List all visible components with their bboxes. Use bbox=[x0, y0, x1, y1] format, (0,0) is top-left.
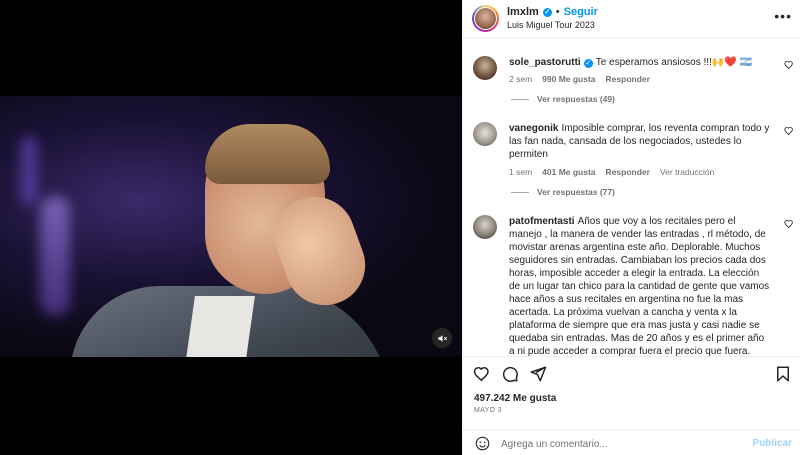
comment-input[interactable] bbox=[501, 435, 741, 453]
bookmark-icon[interactable] bbox=[774, 365, 792, 383]
post-footer: 497.242 Me gusta MAYO 3 Publicar bbox=[463, 356, 800, 455]
comment-time[interactable]: 2 sem bbox=[509, 74, 532, 84]
stage-light bbox=[40, 196, 70, 316]
commenter-avatar[interactable] bbox=[473, 122, 497, 146]
author-avatar[interactable] bbox=[472, 5, 499, 32]
post-media[interactable] bbox=[0, 0, 462, 455]
stage-light bbox=[20, 136, 38, 206]
verified-badge-icon: ✓ bbox=[542, 7, 552, 17]
action-bar bbox=[473, 365, 792, 383]
comment-item: vanegonik Imposible comprar, los reventa … bbox=[463, 122, 800, 197]
follow-button[interactable]: Seguir bbox=[564, 6, 598, 18]
comment-text: Te esperamos ansiosos !!!🙌❤️ 🇦🇷 bbox=[595, 57, 752, 68]
view-replies-button[interactable]: Ver respuestas (77) bbox=[509, 187, 770, 197]
comment-icon[interactable] bbox=[501, 365, 519, 383]
post-location[interactable]: Luis Miguel Tour 2023 bbox=[507, 20, 595, 30]
video-player[interactable] bbox=[0, 96, 462, 357]
view-replies-button[interactable]: Ver respuestas (49) bbox=[509, 94, 770, 104]
commenter-username[interactable]: sole_pastorutti bbox=[509, 57, 581, 68]
post-likes-count[interactable]: 497.242 Me gusta bbox=[474, 393, 556, 404]
commenter-avatar[interactable] bbox=[473, 56, 497, 80]
post-detail-panel: lmxlm ✓ • Seguir Luis Miguel Tour 2023 •… bbox=[462, 0, 800, 455]
mute-toggle-button[interactable] bbox=[432, 328, 452, 348]
view-replies-label: Ver respuestas (77) bbox=[537, 187, 615, 197]
comment-heart-icon[interactable] bbox=[784, 126, 794, 136]
send-icon[interactable] bbox=[529, 365, 547, 383]
publish-button[interactable]: Publicar bbox=[753, 438, 792, 449]
singer-shirt bbox=[185, 296, 255, 357]
verified-badge-icon: ✓ bbox=[583, 59, 593, 68]
muted-speaker-icon bbox=[437, 334, 447, 342]
commenter-username[interactable]: patofmentasti bbox=[509, 216, 575, 227]
comment-heart-icon[interactable] bbox=[784, 219, 794, 229]
comments-list[interactable]: sole_pastorutti ✓ Te esperamos ansiosos !!… bbox=[463, 38, 800, 356]
add-comment-bar: Publicar bbox=[463, 429, 800, 455]
translate-button[interactable]: Ver traducción bbox=[660, 167, 714, 177]
commenter-avatar[interactable] bbox=[473, 215, 497, 239]
singer-hair bbox=[205, 124, 330, 184]
reply-button[interactable]: Responder bbox=[606, 74, 650, 84]
view-replies-label: Ver respuestas (49) bbox=[537, 94, 615, 104]
comment-likes[interactable]: 401 Me gusta bbox=[542, 167, 595, 177]
comment-heart-icon[interactable] bbox=[784, 60, 794, 70]
author-username[interactable]: lmxlm bbox=[507, 6, 539, 18]
commenter-username[interactable]: vanegonik bbox=[509, 123, 558, 134]
replies-divider bbox=[511, 98, 529, 100]
comment-likes[interactable]: 990 Me gusta bbox=[542, 74, 595, 84]
reply-button[interactable]: Responder bbox=[606, 167, 650, 177]
more-options-icon[interactable]: ••• bbox=[774, 8, 792, 24]
post-date[interactable]: MAYO 3 bbox=[474, 407, 502, 414]
comment-item: sole_pastorutti ✓ Te esperamos ansiosos !!… bbox=[463, 56, 800, 104]
comment-text: Años que voy a los recitales pero el man… bbox=[509, 216, 770, 356]
replies-divider bbox=[511, 191, 529, 193]
heart-icon[interactable] bbox=[473, 365, 491, 383]
separator-dot: • bbox=[555, 6, 560, 18]
comment-time[interactable]: 1 sem bbox=[509, 167, 532, 177]
comment-item: patofmentasti Años que voy a los recitale… bbox=[463, 215, 800, 356]
post-header: lmxlm ✓ • Seguir Luis Miguel Tour 2023 •… bbox=[463, 0, 800, 38]
emoji-icon[interactable] bbox=[475, 436, 490, 451]
comment-meta: 2 sem 990 Me gusta Responder bbox=[509, 74, 770, 84]
comment-meta: 1 sem 401 Me gusta Responder Ver traducc… bbox=[509, 167, 770, 177]
